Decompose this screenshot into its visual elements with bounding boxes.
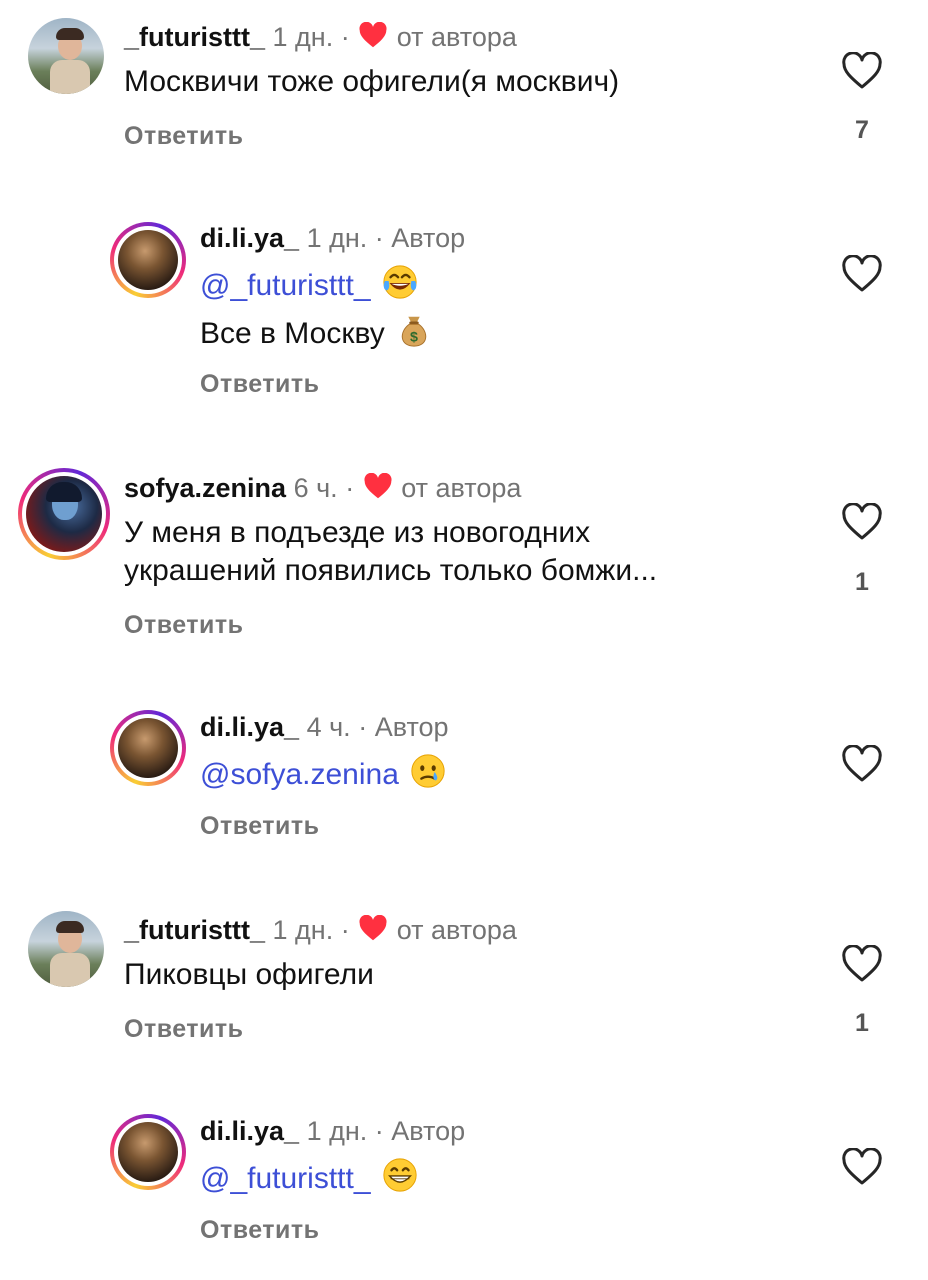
crying-emoji xyxy=(409,752,447,790)
avatar[interactable] xyxy=(28,18,104,94)
username[interactable]: _futuristtt_ xyxy=(124,915,265,945)
username[interactable]: di.li.ya_ xyxy=(200,712,299,742)
comment-meta: _futuristtt_ 1 дн. · от автора xyxy=(124,20,517,54)
heart-icon[interactable] xyxy=(842,503,882,543)
author-liked-label: от автора xyxy=(396,22,517,52)
reply-button[interactable]: Ответить xyxy=(124,1015,244,1044)
author-liked-heart-icon xyxy=(359,22,387,50)
reply-button[interactable]: Ответить xyxy=(200,370,320,399)
timestamp: 1 дн. xyxy=(272,22,334,52)
reply-button[interactable]: Ответить xyxy=(124,611,244,640)
heart-icon[interactable] xyxy=(842,255,882,295)
timestamp: 1 дн. xyxy=(306,1116,368,1146)
separator-dot: · xyxy=(340,915,350,945)
comment-text-line: украшений появились только бомжи... xyxy=(124,554,658,587)
comment-meta: di.li.ya_ 1 дн. · Автор xyxy=(200,221,465,255)
reply-button[interactable]: Ответить xyxy=(124,122,244,151)
comment-meta: di.li.ya_ 1 дн. · Автор xyxy=(200,1114,465,1148)
comment-meta: sofya.zenina 6 ч. · от автора xyxy=(124,471,521,505)
avatar-photo xyxy=(26,476,102,552)
author-tag: Автор xyxy=(391,223,466,253)
comment-text: Пиковцы офигели xyxy=(124,958,374,991)
author-tag: Автор xyxy=(391,1116,466,1146)
comment-text: @_futuristtt_ xyxy=(200,1156,419,1199)
author-liked-label: от автора xyxy=(401,473,522,503)
like-count[interactable]: 1 xyxy=(842,1009,882,1038)
avatar-photo xyxy=(28,18,104,94)
author-tag: Автор xyxy=(374,712,449,742)
heart-icon[interactable] xyxy=(842,745,882,785)
separator-dot: · xyxy=(374,1116,384,1146)
avatar[interactable] xyxy=(18,468,110,560)
separator-dot: · xyxy=(340,22,350,52)
like-count[interactable]: 1 xyxy=(842,568,882,597)
username[interactable]: di.li.ya_ xyxy=(200,1116,299,1146)
author-liked-label: от автора xyxy=(396,915,517,945)
avatar[interactable] xyxy=(110,222,186,298)
mention-link[interactable]: @_futuristtt_ xyxy=(200,1162,371,1195)
laughing-tears-emoji xyxy=(381,263,419,301)
avatar-photo xyxy=(28,911,104,987)
avatar-photo xyxy=(118,1122,178,1182)
author-liked-heart-icon xyxy=(364,473,392,501)
comment-meta: _futuristtt_ 1 дн. · от автора xyxy=(124,913,517,947)
avatar[interactable] xyxy=(28,911,104,987)
money-bag-emoji xyxy=(395,311,433,349)
username[interactable]: _futuristtt_ xyxy=(124,22,265,52)
avatar-photo xyxy=(118,718,178,778)
timestamp: 6 ч. xyxy=(293,473,338,503)
comment-meta: di.li.ya_ 4 ч. · Автор xyxy=(200,710,449,744)
author-liked-heart-icon xyxy=(359,915,387,943)
comment-text: Все в Москву xyxy=(200,311,433,354)
reply-button[interactable]: Ответить xyxy=(200,812,320,841)
separator-dot: · xyxy=(374,223,384,253)
comment-text: @_futuristtt_ xyxy=(200,263,419,306)
comment-text-line: Все в Москву xyxy=(200,317,385,350)
comment-text: @sofya.zenina xyxy=(200,752,447,795)
heart-icon[interactable] xyxy=(842,1148,882,1188)
heart-icon[interactable] xyxy=(842,945,882,985)
separator-dot: · xyxy=(358,712,368,742)
comment-text: Москвичи тоже офигели(я москвич) xyxy=(124,65,620,98)
username[interactable]: di.li.ya_ xyxy=(200,223,299,253)
separator-dot: · xyxy=(345,473,355,503)
avatar[interactable] xyxy=(110,1114,186,1190)
comment-text-line: У меня в подъезде из новогодних xyxy=(124,516,591,549)
reply-button[interactable]: Ответить xyxy=(200,1216,320,1245)
mention-link[interactable]: @_futuristtt_ xyxy=(200,269,371,302)
avatar-photo xyxy=(118,230,178,290)
like-count[interactable]: 7 xyxy=(842,116,882,145)
timestamp: 1 дн. xyxy=(272,915,334,945)
timestamp: 4 ч. xyxy=(306,712,351,742)
grinning-emoji xyxy=(381,1156,419,1194)
avatar[interactable] xyxy=(110,710,186,786)
username[interactable]: sofya.zenina xyxy=(124,473,286,503)
timestamp: 1 дн. xyxy=(306,223,368,253)
heart-icon[interactable] xyxy=(842,52,882,92)
mention-link[interactable]: @sofya.zenina xyxy=(200,758,399,791)
